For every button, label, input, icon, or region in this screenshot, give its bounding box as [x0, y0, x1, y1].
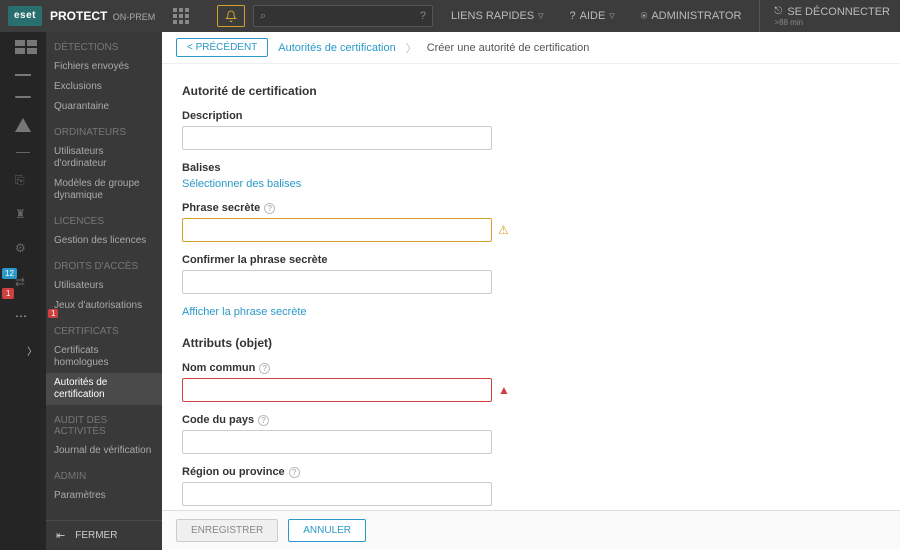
nav-settings[interactable]: Paramètres — [46, 486, 162, 506]
country-input[interactable] — [182, 430, 492, 454]
nav-users[interactable]: Utilisateurs — [46, 276, 162, 296]
nav-peer-certs[interactable]: Certificats homologues — [46, 341, 162, 373]
help-icon: ? — [570, 10, 576, 22]
side-nav: DÉTECTIONS Fichiers envoyés Exclusions Q… — [46, 32, 162, 550]
nav-cert-authorities[interactable]: Autorités de certification — [46, 373, 162, 405]
show-passphrase-link[interactable]: Afficher la phrase secrète — [182, 306, 880, 318]
rail-expand-icon[interactable]: 〉 — [27, 343, 37, 358]
global-search[interactable]: ⌕ ? — [253, 5, 433, 27]
rail-badge-error: 1 — [2, 288, 14, 299]
monitor-icon[interactable] — [15, 96, 31, 98]
help-menu[interactable]: ?AIDE▽ — [562, 0, 623, 32]
help-icon[interactable]: ? — [289, 467, 300, 478]
nav-quarantine[interactable]: Quarantaine — [46, 97, 162, 117]
logout-link[interactable]: ⎋SE DÉCONNECTER >88 min — [759, 0, 900, 32]
description-input[interactable] — [182, 126, 492, 150]
breadcrumb-current: Créer une autorité de certification — [427, 42, 590, 54]
computers-icon[interactable] — [15, 74, 31, 76]
breadcrumb: < PRÉCÉDENT Autorités de certification 〉… — [162, 32, 900, 64]
common-name-input[interactable] — [182, 378, 492, 402]
collapse-icon: ⇤ — [56, 529, 65, 542]
nav-close[interactable]: ⇤ FERMER — [46, 520, 162, 550]
product-name: PROTECT ON-PREM — [50, 9, 155, 23]
region-input[interactable] — [182, 482, 492, 506]
nav-group-access: DROITS D'ACCÈS — [46, 251, 162, 276]
rail-badge-info: 12 — [2, 268, 17, 279]
nav-exclusions[interactable]: Exclusions — [46, 77, 162, 97]
label-region: Région ou province? — [182, 466, 880, 478]
chevron-right-icon: 〉 — [406, 40, 417, 56]
ca-form: Autorité de certification Description Ba… — [162, 64, 900, 510]
warning-icon[interactable] — [15, 118, 31, 132]
warning-icon: ⚠ — [498, 223, 509, 237]
user-icon: ⍟ — [641, 10, 648, 23]
notifications-icon[interactable] — [217, 5, 245, 27]
quick-links-menu[interactable]: LIENS RAPIDES▽ — [443, 0, 552, 32]
label-tags: Balises — [182, 162, 880, 174]
apps-icon[interactable] — [173, 8, 189, 24]
rail-more-icon[interactable]: ⋯ — [15, 309, 31, 323]
nav-group-computers: ORDINATEURS — [46, 117, 162, 142]
chevron-down-icon: ▽ — [609, 12, 614, 20]
passphrase-input[interactable] — [182, 218, 492, 242]
nav-group-detections: DÉTECTIONS — [46, 32, 162, 57]
nav-group-licenses: LICENCES — [46, 206, 162, 231]
nav-license-mgmt[interactable]: Gestion des licences — [46, 231, 162, 251]
nav-dynamic-groups[interactable]: Modèles de groupe dynamique — [46, 174, 162, 206]
rail-icon-8[interactable]: ⚙ — [15, 241, 31, 255]
nav-group-audit: AUDIT DES ACTIVITÉS — [46, 405, 162, 441]
label-passphrase: Phrase secrète? — [182, 202, 880, 214]
help-icon[interactable]: ? — [264, 203, 275, 214]
error-icon: ▲ — [498, 383, 510, 397]
app-header: eset PROTECT ON-PREM ⌕ ? LIENS RAPIDES▽ … — [0, 0, 900, 32]
brand-logo: eset — [8, 6, 42, 26]
main-content: < PRÉCÉDENT Autorités de certification 〉… — [162, 32, 900, 550]
chevron-down-icon: ▽ — [538, 12, 543, 20]
section-title: Autorité de certification — [182, 84, 880, 98]
rail-icon-7[interactable]: ♜ — [15, 207, 31, 221]
nav-computer-users[interactable]: Utilisateurs d'ordinateur — [46, 142, 162, 174]
rail-icon-9[interactable]: ⇄ — [15, 275, 31, 289]
peer-certs-badge: 1 — [48, 309, 58, 318]
user-menu[interactable]: ⍟ADMINISTRATOR — [633, 0, 750, 32]
label-country: Code du pays? — [182, 414, 880, 426]
back-button[interactable]: < PRÉCÉDENT — [176, 38, 268, 57]
dashboard-icon[interactable] — [15, 40, 31, 54]
nav-sent-files[interactable]: Fichiers envoyés — [46, 57, 162, 77]
rail-icon-5[interactable] — [16, 152, 30, 153]
label-confirm-passphrase: Confirmer la phrase secrète — [182, 254, 880, 266]
nav-group-certs: CERTIFICATS — [46, 316, 162, 341]
nav-permission-sets[interactable]: Jeux d'autorisations — [46, 296, 162, 316]
nav-group-admin: ADMIN — [46, 461, 162, 486]
icon-rail: ⎘ ♜ ⚙ ⇄ ⋯ 12 1 〉 — [0, 32, 46, 550]
select-tags-link[interactable]: Sélectionner des balises — [182, 178, 880, 190]
rail-icon-6[interactable]: ⎘ — [15, 173, 31, 187]
label-description: Description — [182, 110, 880, 122]
cancel-button[interactable]: ANNULER — [288, 519, 366, 542]
save-button[interactable]: ENREGISTRER — [176, 519, 278, 542]
label-common-name: Nom commun? — [182, 362, 880, 374]
search-icon: ⌕ — [260, 10, 266, 23]
help-icon[interactable]: ? — [258, 415, 269, 426]
help-icon[interactable]: ? — [259, 363, 270, 374]
breadcrumb-parent[interactable]: Autorités de certification — [278, 42, 395, 54]
confirm-passphrase-input[interactable] — [182, 270, 492, 294]
nav-audit-log[interactable]: Journal de vérification — [46, 441, 162, 461]
form-footer: ENREGISTRER ANNULER — [162, 510, 900, 550]
logout-icon: ⎋ — [774, 6, 782, 17]
help-icon: ? — [420, 10, 426, 22]
section-attributes: Attributs (objet) — [182, 336, 880, 350]
